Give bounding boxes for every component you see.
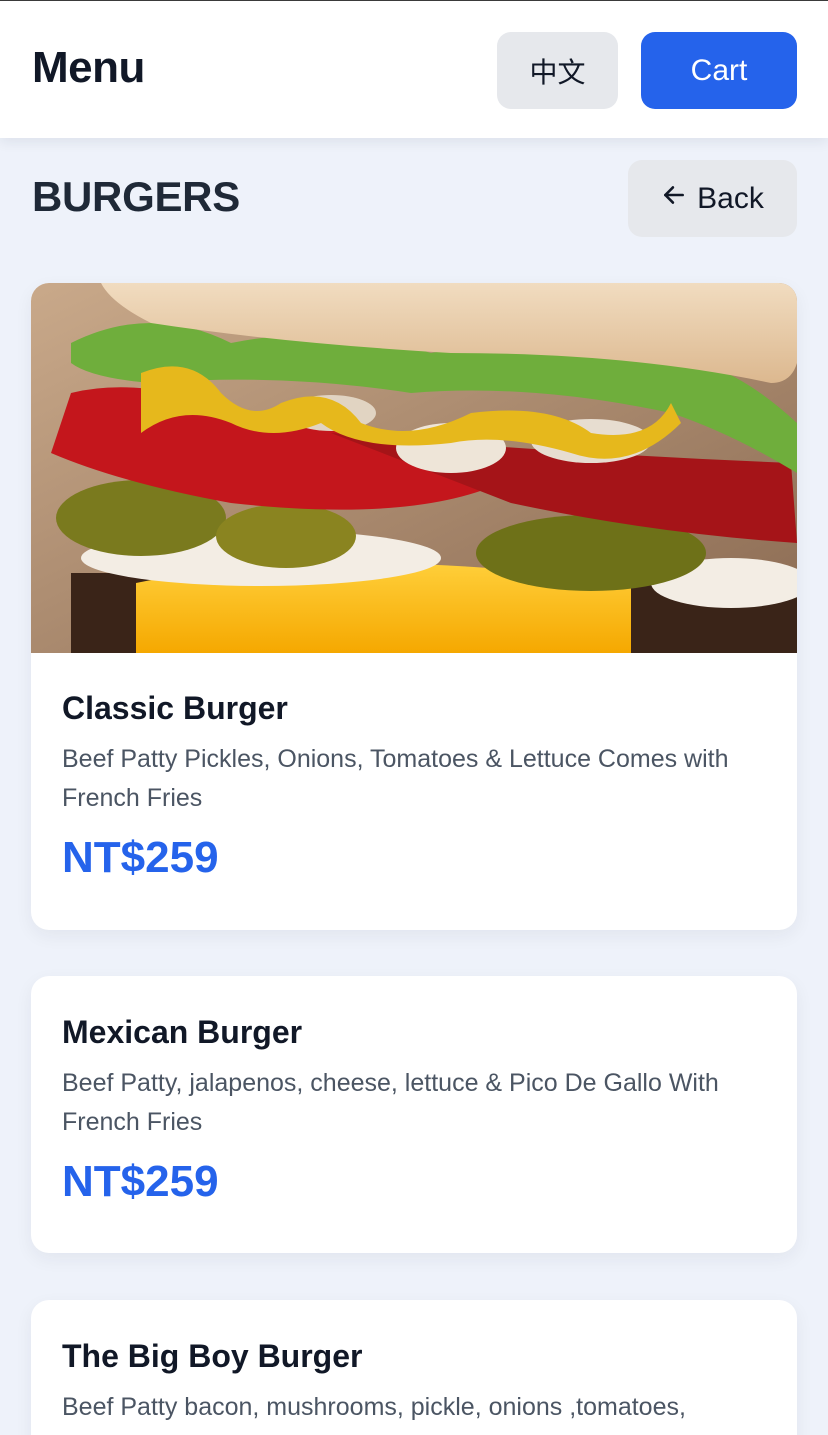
top-header: Menu 中文 Cart [0, 0, 828, 138]
item-description: Beef Patty bacon, mushrooms, pickle, oni… [62, 1393, 686, 1422]
item-price: NT$259 [62, 833, 219, 883]
menu-item-card[interactable]: The Big Boy Burger Beef Patty bacon, mus… [31, 1300, 797, 1435]
page-title: Menu [32, 43, 145, 92]
arrow-left-icon [661, 182, 687, 216]
section-title: BURGERS [32, 173, 240, 220]
menu-item-card[interactable]: Classic Burger Beef Patty Pickles, Onion… [31, 283, 797, 930]
burger-photo [31, 283, 797, 653]
item-description: Beef Patty, jalapenos, cheese, lettuce &… [62, 1069, 719, 1137]
item-description: Beef Patty Pickles, Onions, Tomatoes & L… [62, 745, 729, 813]
back-label: Back [697, 181, 764, 215]
item-price: NT$259 [62, 1157, 219, 1207]
item-name: The Big Boy Burger [62, 1338, 363, 1374]
item-name: Classic Burger [62, 690, 288, 726]
menu-item-card[interactable]: Mexican Burger Beef Patty, jalapenos, ch… [31, 976, 797, 1253]
back-button[interactable]: Back [628, 160, 797, 237]
item-name: Mexican Burger [62, 1014, 303, 1050]
cart-button[interactable]: Cart [641, 32, 797, 109]
language-toggle-button[interactable]: 中文 [497, 32, 618, 109]
